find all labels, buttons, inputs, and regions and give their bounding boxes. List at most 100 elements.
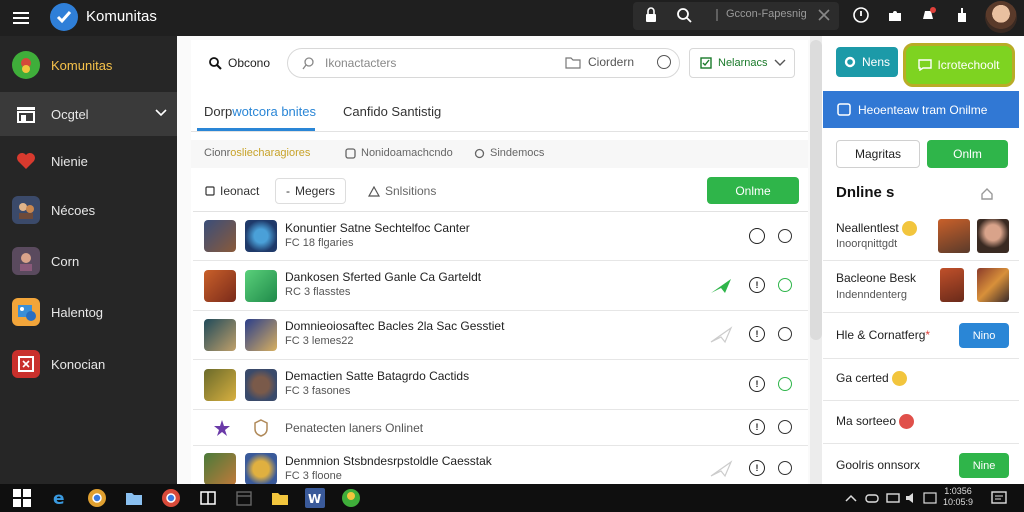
online-button[interactable]: Onlme [707,177,799,204]
home-icon[interactable] [980,186,994,200]
word-icon[interactable]: W [305,488,325,508]
online-entry-sub: Inoorqnittgdt [836,238,898,250]
chevron-down-icon[interactable] [155,106,167,118]
online-entry-name[interactable]: Bacleone Besk [836,271,916,285]
tab-santistig[interactable]: Canfido Santistig [343,104,441,119]
share-icon[interactable] [953,6,971,24]
info-icon[interactable] [749,228,765,244]
info-icon[interactable]: ! [749,419,765,435]
select-radio[interactable] [778,420,792,434]
compass-icon[interactable] [852,6,870,24]
sidebar-item-nienie[interactable]: Nienie [0,139,177,183]
sidebar-item-ocgtel[interactable]: Ocgtel [0,92,177,136]
send-icon[interactable] [709,326,733,344]
send-icon[interactable] [709,460,733,478]
list-item-subtitle: RC 3 flasstes [285,286,351,298]
sidebar-item-halentog[interactable]: Halentog [0,290,177,334]
hamburger-menu-icon[interactable] [10,8,32,28]
task-view-icon[interactable] [198,488,218,508]
filter-category[interactable]: Cionr osliecharagiores [204,147,310,159]
list-item-title: Demactien Satte Batagrdo Cactids [285,369,470,383]
list-item[interactable]: Domnieoiosaftec Bacles 2la Sac Gesstiet … [193,311,808,360]
info-icon[interactable]: ! [749,376,765,392]
lock-icon[interactable] [642,6,660,24]
search-icon[interactable] [675,6,693,24]
sidebar-item-komunitas[interactable]: Komunitas [0,43,177,87]
tray-network-icon[interactable] [883,488,903,508]
notification-center-icon[interactable] [989,488,1009,508]
online-entry-name[interactable]: Neallentlest [836,221,917,237]
list-item[interactable]: Konuntier Satne Sechtelfoc Canter FC 18 … [193,212,808,261]
online-entry-name[interactable]: Ma sorteeo [836,414,915,430]
primary-cta-button[interactable]: Icrotechoolt [903,43,1015,87]
tray-volume-icon[interactable] [902,488,922,508]
list-item-title: Dankosen Sferted Ganle Ca Garteldt [285,270,482,284]
entry-action-button[interactable]: Nine [959,453,1009,478]
bell-alert-icon[interactable] [919,6,937,24]
entry-action-button[interactable]: Nino [959,323,1009,348]
game-icon [245,369,277,401]
user-avatar[interactable] [985,1,1017,33]
list-item[interactable]: Demactien Satte Batagrdo Cactids FC 3 fa… [193,360,808,410]
chrome-icon[interactable] [161,488,181,508]
sidebar-item-label: Ocgtel [51,106,89,122]
sidebar-item-corn[interactable]: Corn [0,239,177,283]
circle-icon [844,56,856,68]
onlm-button[interactable]: Onlm [927,140,1008,168]
obcono-label: Obcono [228,56,271,70]
list-item[interactable]: Denmnion Stsbndesrpstoldle Caesstak FC 3… [193,446,808,485]
scrollbar[interactable] [810,40,822,340]
select-radio[interactable] [778,229,792,243]
info-icon[interactable]: ! [749,326,765,342]
online-entry-name[interactable]: Goolris onnsorx [836,458,920,472]
sidebar-item-necoes[interactable]: Nécoes [0,188,177,232]
calendar-icon[interactable] [234,488,254,508]
puzzle-icon[interactable] [886,6,904,24]
subtab-ieonact[interactable]: Ieonact [195,178,269,204]
list-item[interactable]: Penatecten laners Onlinet ! [193,410,808,446]
folder-icon[interactable] [270,488,290,508]
clock[interactable]: 1:0356 10:05:9 [940,486,976,508]
tab-popular[interactable]: Dorpwotcora bnites [204,104,316,119]
select-radio[interactable] [778,377,792,391]
tray-cloud-icon[interactable] [862,488,882,508]
sidebar-item-konocian[interactable]: Konocian [0,342,177,386]
send-icon[interactable] [709,277,733,295]
select-radio[interactable] [778,327,792,341]
search-icon [209,57,222,70]
close-x-icon[interactable] [815,6,833,24]
sidebar-item-label: Halentog [51,304,104,320]
filter-sindemocs[interactable]: Sindemocs [474,147,544,159]
game-thumbnail [204,319,236,351]
search-icon [302,56,316,70]
edge-browser-icon[interactable]: e [50,488,70,508]
news-button[interactable]: Nens [836,47,898,77]
circle-toggle[interactable] [657,55,671,69]
obcono-button[interactable]: Obcono [208,56,270,70]
clock-time: 1:0356 [944,486,972,496]
online-entry-name[interactable]: Hle & Cornatferg* [836,328,930,342]
magritas-button[interactable]: Magritas [836,140,920,168]
sidebar-item-label: Konocian [51,356,106,372]
online-banner[interactable]: Heoenteaw tram Onilme [823,91,1019,128]
online-entry-name[interactable]: Ga certed [836,371,907,387]
select-radio[interactable] [778,461,792,475]
info-icon[interactable]: ! [749,460,765,476]
info-icon[interactable]: ! [749,277,765,293]
list-item-title: Domnieoiosaftec Bacles 2la Sac Gesstiet [285,319,505,333]
chrome-icon[interactable] [87,488,107,508]
tray-up-icon[interactable] [841,488,861,508]
subtab-snlsitions[interactable]: Snlsitions [358,178,446,204]
ciordern-button[interactable]: Ciordern [565,55,634,69]
select-radio[interactable] [778,278,792,292]
list-item[interactable]: Dankosen Sferted Ganle Ca Garteldt RC 3 … [193,261,808,311]
tray-language-icon[interactable] [920,488,940,508]
game-icon [245,453,277,485]
windows-start-icon[interactable] [12,488,32,508]
subtab-megers[interactable]: - Megers [275,178,347,204]
file-explorer-icon[interactable] [124,488,144,508]
star-icon [213,419,231,437]
app-icon[interactable] [341,488,361,508]
filter-recommended[interactable]: Nonidoamachcndo [345,147,453,159]
notification-select[interactable]: Nelarnacs [689,48,795,78]
